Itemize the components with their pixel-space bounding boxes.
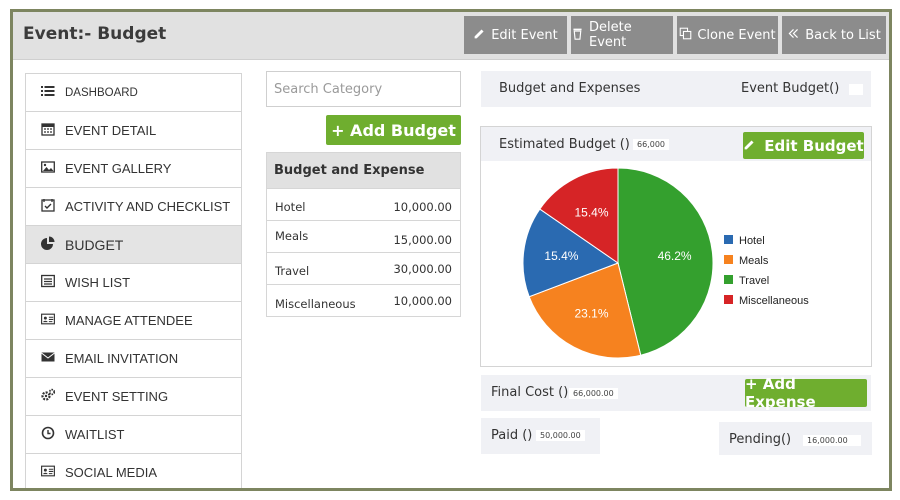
app-frame: Event:- Budget Edit Event Delete Event C… bbox=[10, 9, 892, 491]
clock-icon bbox=[41, 426, 55, 443]
legend-swatch bbox=[724, 255, 733, 264]
paid-label: Paid () bbox=[491, 428, 533, 443]
legend-swatch bbox=[724, 235, 733, 244]
back-to-list-button[interactable]: Back to List bbox=[782, 16, 886, 54]
page-title: Event:- Budget bbox=[23, 24, 167, 44]
search-category-input[interactable] bbox=[266, 71, 461, 107]
table-row[interactable]: Travel 30,000.00 bbox=[267, 252, 460, 284]
legend-swatch bbox=[724, 295, 733, 304]
calendar-icon bbox=[41, 122, 55, 139]
sidebar-item-dashboard[interactable]: DASHBOARD bbox=[25, 73, 242, 112]
pending-label: Pending() bbox=[729, 432, 792, 447]
table-row[interactable]: Hotel 10,000.00 bbox=[267, 188, 460, 220]
id-card-icon bbox=[41, 464, 55, 481]
list-icon bbox=[41, 84, 55, 101]
legend-swatch bbox=[724, 275, 733, 284]
budget-expenses-panel: Budget and Expenses Event Budget() bbox=[481, 71, 871, 107]
pie-slice-label: 23.1% bbox=[574, 306, 608, 320]
sidebar-item-manage-attendee[interactable]: MANAGE ATTENDEE bbox=[25, 301, 242, 340]
add-budget-button[interactable]: + Add Budget bbox=[326, 115, 461, 145]
delete-event-button[interactable]: Delete Event bbox=[571, 16, 673, 54]
pie-slice-label: 15.4% bbox=[574, 206, 608, 220]
legend-label: Meals bbox=[739, 255, 769, 267]
paid-value: 50,000.00 bbox=[536, 430, 585, 441]
sidebar-item-event-detail[interactable]: EVENT DETAIL bbox=[25, 111, 242, 150]
gears-icon bbox=[41, 388, 56, 405]
pencil-icon bbox=[473, 27, 486, 44]
envelope-icon bbox=[41, 350, 55, 367]
add-expense-button[interactable]: + Add Expense bbox=[745, 375, 867, 411]
estimated-budget-value: 66,000 bbox=[633, 139, 669, 150]
calendar-check-icon bbox=[41, 198, 55, 215]
budget-chart-panel: Estimated Budget () 66,000 Edit Budget 4… bbox=[480, 126, 872, 367]
double-chevron-left-icon bbox=[787, 27, 800, 44]
budget-pie-chart: 46.2% 23.1% 15.4% 15.4% Hotel Meals Travel Misc… bbox=[522, 167, 809, 359]
sidebar-item-social-media[interactable]: SOCIAL MEDIA bbox=[25, 453, 242, 488]
edit-budget-button[interactable]: Edit Budget bbox=[743, 132, 864, 159]
legend-label: Miscellaneous bbox=[739, 295, 809, 307]
final-cost-label: Final Cost () bbox=[491, 385, 569, 400]
edit-event-button[interactable]: Edit Event bbox=[464, 16, 567, 54]
table-title: Budget and Expense bbox=[267, 153, 460, 188]
estimated-budget-label: Estimated Budget () bbox=[499, 137, 630, 152]
sidebar: DASHBOARD EVENT DETAIL EVENT GALLERY ACT… bbox=[25, 73, 242, 488]
sidebar-item-event-setting[interactable]: EVENT SETTING bbox=[25, 377, 242, 416]
section-label: Budget and Expenses bbox=[499, 81, 641, 96]
sidebar-item-email-invitation[interactable]: EMAIL INVITATION bbox=[25, 339, 242, 378]
id-card-icon bbox=[41, 312, 55, 329]
header-bar: Event:- Budget Edit Event Delete Event C… bbox=[13, 12, 889, 60]
pending-value: 16,000.00 bbox=[803, 435, 861, 446]
image-icon bbox=[41, 160, 55, 177]
pie-chart-icon bbox=[41, 236, 55, 253]
pie-slice-label: 15.4% bbox=[544, 249, 578, 263]
event-budget-value bbox=[849, 84, 863, 95]
paid-panel: Paid () 50,000.00 bbox=[481, 418, 600, 454]
final-cost-panel: Final Cost () 66,000.00 + Add Expense bbox=[481, 375, 871, 411]
budget-expense-table: Budget and Expense Hotel 10,000.00 Meals 1… bbox=[266, 152, 461, 317]
sidebar-item-budget[interactable]: BUDGET bbox=[25, 225, 242, 264]
sidebar-item-activity-checklist[interactable]: ACTIVITY AND CHECKLIST bbox=[25, 187, 242, 226]
copy-icon bbox=[679, 27, 692, 44]
pending-panel: Pending() 16,000.00 bbox=[719, 422, 872, 455]
clone-event-button[interactable]: Clone Event bbox=[677, 16, 778, 54]
final-cost-value: 66,000.00 bbox=[569, 388, 618, 399]
legend-label: Travel bbox=[739, 275, 769, 287]
list-alt-icon bbox=[41, 274, 55, 291]
pie-slice-label: 46.2% bbox=[658, 249, 692, 263]
sidebar-item-wish-list[interactable]: WISH LIST bbox=[25, 263, 242, 302]
trash-icon bbox=[571, 27, 584, 44]
table-row[interactable]: Miscellaneous 10,000.00 bbox=[267, 284, 460, 316]
sidebar-item-waitlist[interactable]: WAITLIST bbox=[25, 415, 242, 454]
sidebar-item-event-gallery[interactable]: EVENT GALLERY bbox=[25, 149, 242, 188]
legend-label: Hotel bbox=[739, 235, 765, 247]
table-row[interactable]: Meals 15,000.00 bbox=[267, 220, 460, 252]
event-budget-label: Event Budget() bbox=[741, 81, 840, 96]
pencil-icon bbox=[743, 137, 756, 155]
